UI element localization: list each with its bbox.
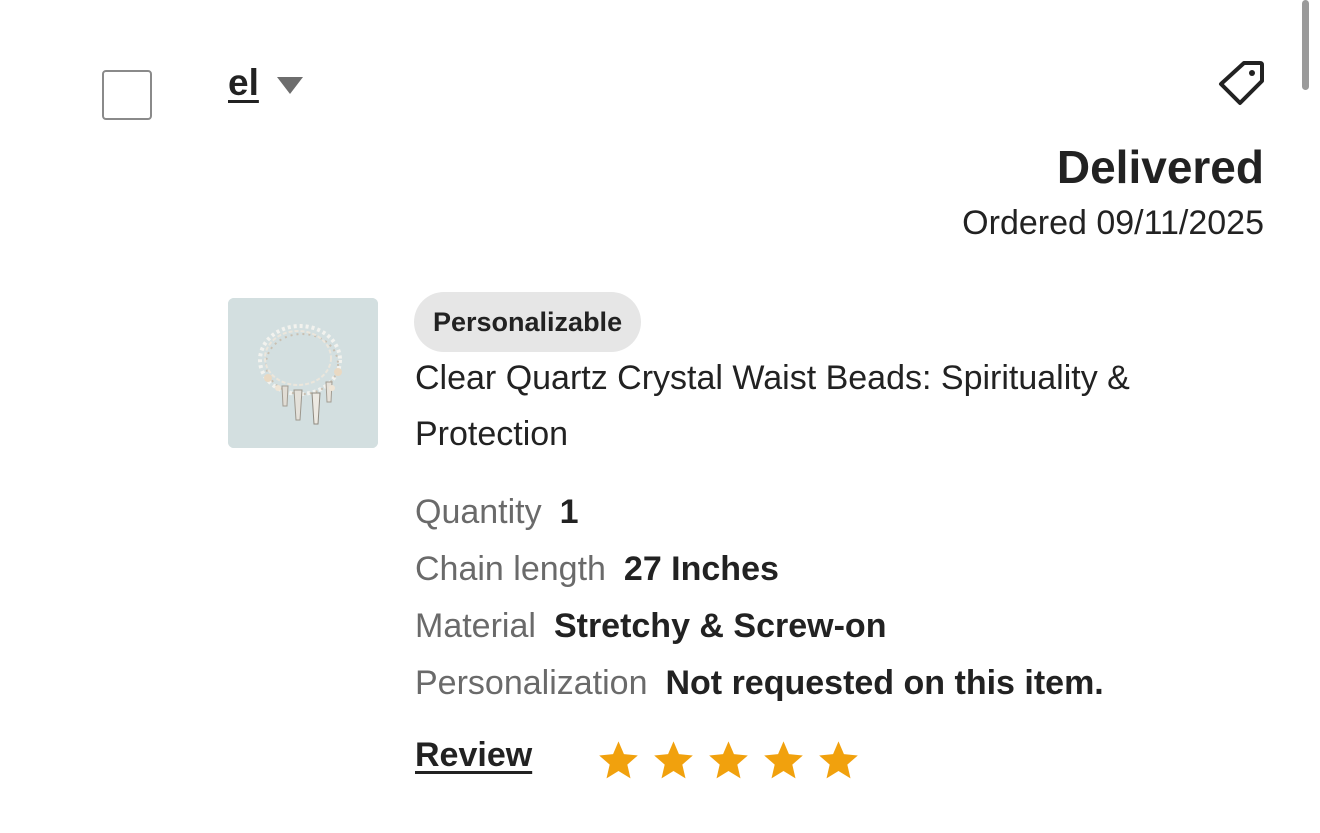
order-date: Ordered 09/11/2025 xyxy=(962,204,1264,242)
scrollbar[interactable] xyxy=(1302,0,1309,90)
attribute-chain-length: Chain length 27 Inches xyxy=(415,541,1104,598)
attribute-value: Not requested on this item. xyxy=(665,664,1104,702)
attribute-value: 27 Inches xyxy=(623,550,779,588)
shop-name[interactable]: el xyxy=(228,62,259,104)
star-icon[interactable] xyxy=(816,738,861,783)
item-title[interactable]: Clear Quartz Crystal Waist Beads: Spirit… xyxy=(415,350,1275,462)
star-icon[interactable] xyxy=(596,738,641,783)
waist-beads-image xyxy=(228,298,378,448)
item-thumbnail[interactable] xyxy=(228,298,378,448)
tag-icon[interactable] xyxy=(1214,58,1266,108)
item-attributes: Quantity 1 Chain length 27 Inches Materi… xyxy=(415,484,1104,712)
order-status: Delivered xyxy=(1056,141,1264,193)
review-link[interactable]: Review xyxy=(415,736,532,775)
attribute-label: Chain length xyxy=(415,550,606,588)
select-order-checkbox[interactable] xyxy=(102,70,152,120)
attribute-quantity: Quantity 1 xyxy=(415,484,1104,541)
attribute-material: Material Stretchy & Screw-on xyxy=(415,598,1104,655)
caret-down-icon[interactable] xyxy=(276,76,303,94)
attribute-value: Stretchy & Screw-on xyxy=(553,607,887,645)
star-icon[interactable] xyxy=(651,738,696,783)
order-card: el Delivered Ordered 09/11/2025 Personal… xyxy=(0,0,1320,833)
shop-selector[interactable]: el xyxy=(228,58,303,108)
star-rating[interactable] xyxy=(596,738,861,783)
personalizable-badge: Personalizable xyxy=(414,292,642,352)
attribute-value: 1 xyxy=(559,493,579,531)
star-icon[interactable] xyxy=(761,738,806,783)
attribute-label: Quantity xyxy=(415,493,542,531)
attribute-label: Material xyxy=(415,607,536,645)
attribute-label: Personalization xyxy=(415,664,648,702)
attribute-personalization: Personalization Not requested on this it… xyxy=(415,655,1104,712)
star-icon[interactable] xyxy=(706,738,751,783)
